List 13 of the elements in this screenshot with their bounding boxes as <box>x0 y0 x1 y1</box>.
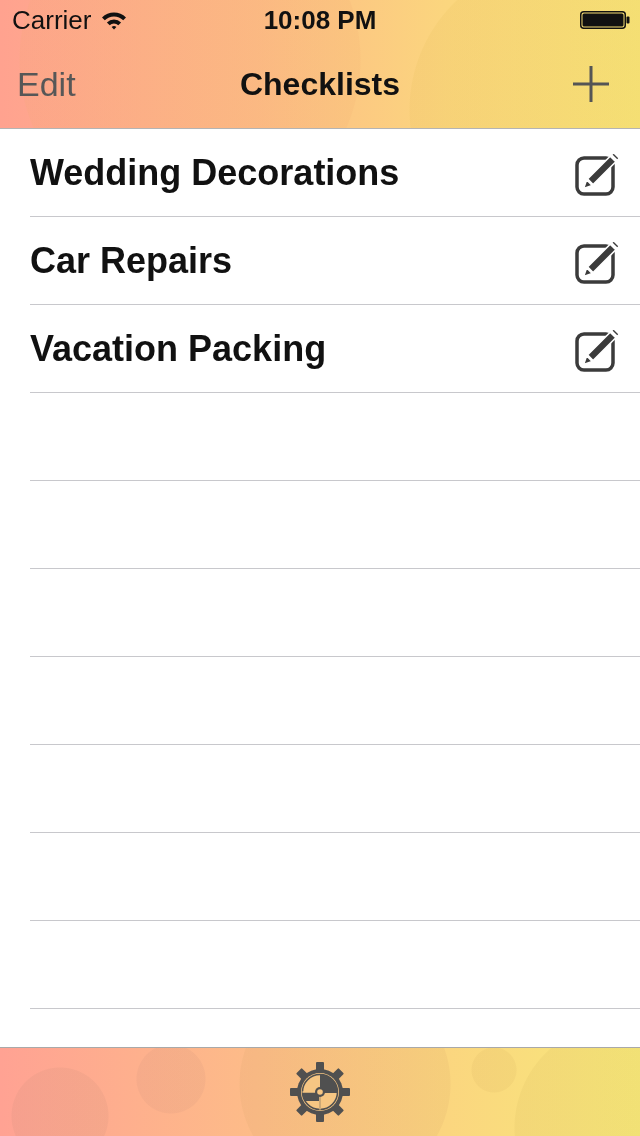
status-time: 10:08 PM <box>263 4 377 36</box>
checklist-name[interactable]: Vacation Packing <box>30 327 327 370</box>
add-button[interactable] <box>572 65 610 103</box>
gear-icon <box>289 1061 351 1123</box>
carrier-label: Carrier <box>12 4 92 36</box>
wifi-icon <box>101 10 128 30</box>
checklist-name[interactable]: Car Repairs <box>30 239 233 282</box>
edit-button[interactable]: Edit <box>17 64 76 104</box>
checklist-name[interactable]: Wedding Decorations <box>30 151 400 194</box>
settings-button[interactable] <box>289 1061 351 1123</box>
battery-icon <box>580 11 630 29</box>
screen-title: Checklists <box>239 65 401 103</box>
plus-icon <box>573 66 609 102</box>
